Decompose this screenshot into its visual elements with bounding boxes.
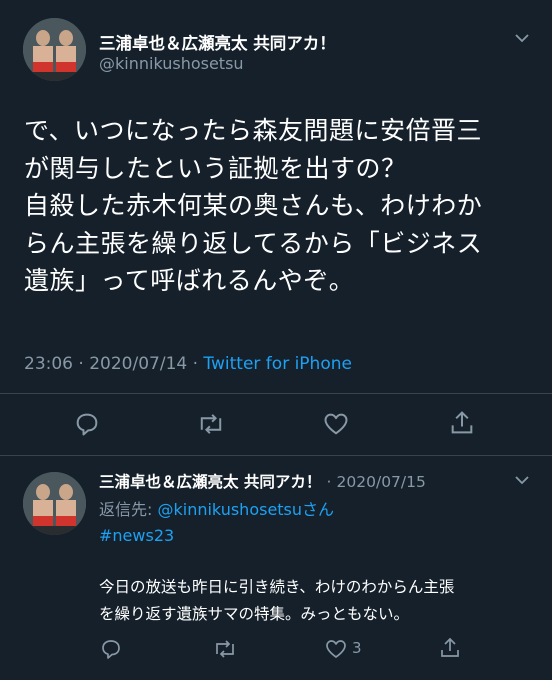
share-icon[interactable] bbox=[438, 636, 462, 660]
reply-to-label: 返信先: bbox=[99, 500, 158, 519]
reply-to-handle-link[interactable]: @kinnikushosetsu bbox=[157, 500, 302, 519]
main-body-line: 自殺した赤木何某の奥さんも、わけわか bbox=[24, 191, 483, 220]
main-tweet-body: で、いつになったら森友問題に安倍晋三 が関与したという証拠を出すの？ 自殺した赤… bbox=[24, 112, 544, 300]
main-time: 23:06 bbox=[24, 354, 73, 374]
reply-icon[interactable] bbox=[99, 637, 123, 661]
main-avatar[interactable] bbox=[23, 18, 86, 81]
share-icon[interactable] bbox=[448, 409, 476, 437]
reply-display-name[interactable]: 三浦卓也＆広瀬亮太 共同アカ！ bbox=[99, 473, 321, 491]
replying-to: 返信先: @kinnikushosetsuさん bbox=[99, 496, 334, 520]
reply-body-line: 今日の放送も昨日に引き続き、わけのわからん主張 bbox=[99, 578, 455, 596]
reply-body-line: を繰り返す遺族サマの特集。みっともない。 bbox=[99, 605, 410, 623]
meta-separator: · bbox=[192, 354, 199, 374]
retweet-icon[interactable] bbox=[196, 410, 226, 438]
chevron-down-icon[interactable] bbox=[512, 28, 532, 52]
like-count: 3 bbox=[352, 639, 362, 657]
divider bbox=[0, 393, 552, 394]
main-body-line: 遺族」って呼ばれるんやぞ。 bbox=[24, 266, 355, 295]
reply-tweet-body: 今日の放送も昨日に引き続き、わけのわからん主張 を繰り返す遺族サマの特集。みっと… bbox=[99, 574, 454, 628]
main-body-line: らん主張を繰り返してるから「ビジネス bbox=[24, 228, 483, 258]
reply-header: 三浦卓也＆広瀬亮太 共同アカ！ · 2020/07/15 bbox=[99, 470, 426, 492]
reply-date[interactable]: 2020/07/15 bbox=[337, 473, 426, 491]
heart-icon[interactable] bbox=[322, 410, 350, 438]
meta-separator: · bbox=[78, 354, 84, 374]
hashtag-link[interactable]: #news23 bbox=[99, 526, 174, 545]
reply-icon[interactable] bbox=[73, 410, 101, 438]
heart-icon[interactable] bbox=[324, 637, 348, 661]
main-date[interactable]: 2020/07/14 bbox=[89, 354, 187, 374]
main-body-line: で、いつになったら森友問題に安倍晋三 bbox=[24, 116, 483, 145]
tweet-source-link[interactable]: Twitter for iPhone bbox=[203, 354, 352, 374]
reply-to-suffix: さん bbox=[302, 500, 335, 519]
meta-separator: · bbox=[326, 473, 332, 491]
main-body-line: が関与したという証拠を出すの？ bbox=[24, 153, 407, 183]
retweet-icon[interactable] bbox=[212, 637, 238, 661]
main-display-name[interactable]: 三浦卓也＆広瀬亮太 共同アカ！ bbox=[99, 30, 336, 54]
main-tweet-meta: 23:06 · 2020/07/14 · Twitter for iPhone bbox=[24, 354, 352, 374]
chevron-down-icon[interactable] bbox=[512, 470, 532, 494]
divider bbox=[0, 455, 552, 456]
main-handle[interactable]: @kinnikushosetsu bbox=[99, 54, 244, 73]
reply-avatar[interactable] bbox=[23, 472, 86, 535]
